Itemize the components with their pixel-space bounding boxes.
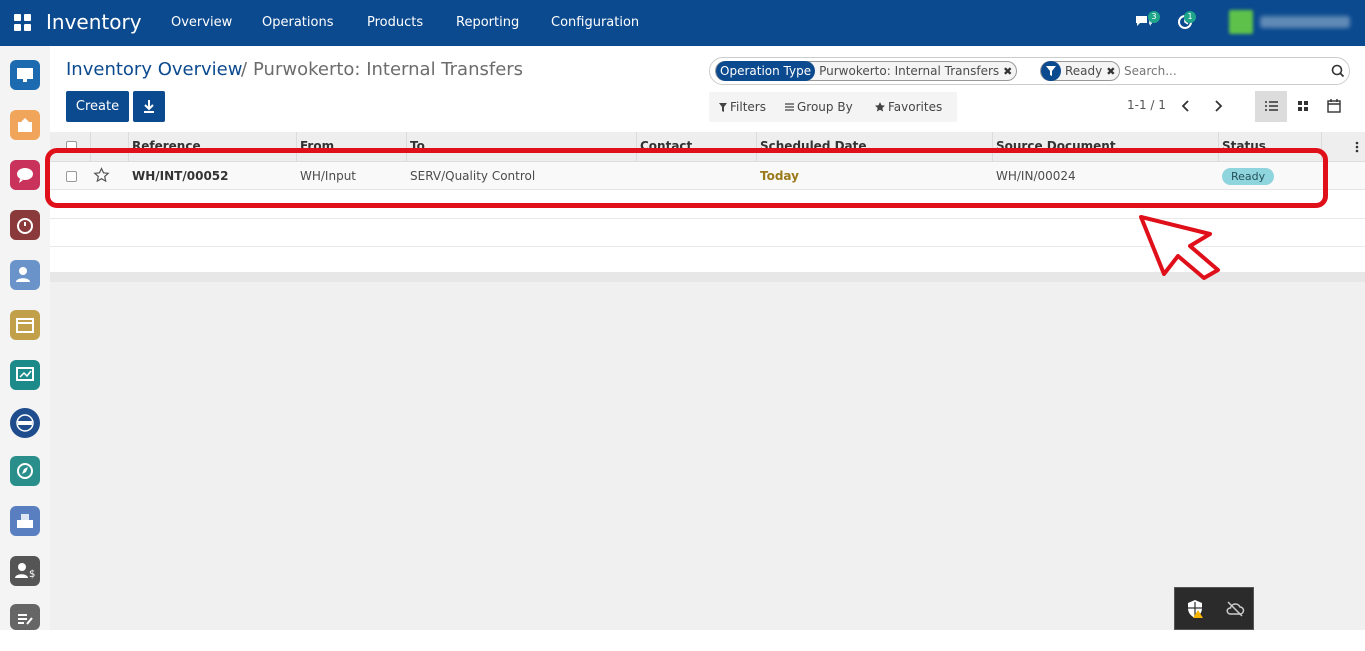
app-sidebar: $ xyxy=(0,46,50,630)
list-lines-icon xyxy=(785,103,794,111)
kanban-view-icon xyxy=(1298,101,1308,111)
filters-button[interactable]: Filters xyxy=(719,100,766,114)
optional-columns-icon[interactable] xyxy=(1355,141,1359,153)
top-navbar: Inventory Overview Operations Products R… xyxy=(0,0,1365,46)
list-view-button[interactable] xyxy=(1255,91,1287,122)
breadcrumb-separator: / xyxy=(241,59,248,80)
funnel-icon xyxy=(719,102,727,112)
presentation-icon xyxy=(16,367,34,381)
sidebar-app-3[interactable] xyxy=(10,160,40,190)
facet-value: Purwokerto: Internal Transfers xyxy=(819,64,1000,78)
chat-bubble-icon xyxy=(17,168,33,183)
favorites-button[interactable]: Favorites xyxy=(875,100,942,114)
search-bar[interactable]: Operation Type Purwokerto: Internal Tran… xyxy=(709,57,1350,85)
download-icon xyxy=(144,100,154,113)
sidebar-app-4[interactable] xyxy=(10,210,40,240)
boxes-icon xyxy=(17,514,33,528)
content-background xyxy=(50,282,1365,630)
calendar-view-icon xyxy=(1327,99,1341,113)
search-icon[interactable] xyxy=(1331,64,1345,78)
sidebar-app-1[interactable] xyxy=(10,60,40,90)
chevron-right-icon[interactable] xyxy=(1211,98,1225,114)
messages-badge: 3 xyxy=(1148,11,1160,23)
box-icon xyxy=(18,118,32,132)
app-brand[interactable]: Inventory xyxy=(46,10,142,34)
system-tray-popup xyxy=(1174,587,1254,630)
pager-value[interactable]: 1-1 / 1 xyxy=(1127,98,1166,112)
warranty-badge-icon xyxy=(16,414,34,432)
sidebar-app-11[interactable]: $ xyxy=(10,556,40,586)
search-input[interactable] xyxy=(1124,63,1314,79)
apps-menu-icon[interactable] xyxy=(14,14,32,32)
sidebar-app-8[interactable] xyxy=(10,408,40,438)
facet-remove-icon[interactable]: ✖ xyxy=(1003,65,1016,78)
search-panel-toolbar: Filters Group By Favorites xyxy=(709,92,957,122)
shield-warning-icon[interactable] xyxy=(1186,599,1206,619)
menu-operations[interactable]: Operations xyxy=(262,15,333,30)
user-dollar-icon: $ xyxy=(15,563,35,580)
group-by-label: Group By xyxy=(797,100,853,114)
user-clock-icon xyxy=(16,267,30,282)
cloud-off-icon[interactable] xyxy=(1225,599,1245,619)
bottom-strip xyxy=(0,630,1365,651)
calendar-view-button[interactable] xyxy=(1318,91,1350,122)
sidebar-app-9[interactable] xyxy=(10,456,40,486)
breadcrumb-current: Purwokerto: Internal Transfers xyxy=(253,59,524,80)
favorites-label: Favorites xyxy=(888,100,943,114)
sidebar-app-5[interactable] xyxy=(10,260,40,290)
star-icon xyxy=(875,102,885,112)
activities-badge: 1 xyxy=(1184,11,1196,23)
group-by-button[interactable]: Group By xyxy=(785,100,853,114)
menu-overview[interactable]: Overview xyxy=(171,15,232,30)
user-avatar[interactable] xyxy=(1229,10,1253,34)
breadcrumb-root[interactable]: Inventory Overview xyxy=(66,59,242,80)
create-button[interactable]: Create xyxy=(66,91,129,122)
edit-document-icon xyxy=(18,614,33,625)
facet-ready-filter[interactable]: Ready ✖ xyxy=(1040,61,1121,81)
sidebar-app-2[interactable] xyxy=(10,110,40,140)
sidebar-app-6[interactable] xyxy=(10,310,40,340)
download-button[interactable] xyxy=(133,91,165,122)
sidebar-app-10[interactable] xyxy=(10,506,40,536)
menu-configuration[interactable]: Configuration xyxy=(551,15,639,30)
menu-products[interactable]: Products xyxy=(367,15,423,30)
compass-icon xyxy=(17,463,33,479)
facet-label: Operation Type xyxy=(716,61,816,81)
svg-text:$: $ xyxy=(29,569,35,580)
facet-operation-type[interactable]: Operation Type Purwokerto: Internal Tran… xyxy=(715,61,1018,81)
sidebar-app-7[interactable] xyxy=(10,360,40,390)
chevron-left-icon[interactable] xyxy=(1179,98,1193,114)
control-panel: Inventory Overview / Purwokerto: Interna… xyxy=(50,46,1365,132)
sidebar-app-12[interactable] xyxy=(10,604,40,630)
menu-reporting[interactable]: Reporting xyxy=(456,15,519,30)
user-name-blurred[interactable] xyxy=(1260,16,1350,28)
monitor-icon xyxy=(17,68,33,82)
facet-remove-icon[interactable]: ✖ xyxy=(1106,65,1119,78)
filters-label: Filters xyxy=(730,100,766,114)
filter-funnel-icon xyxy=(1041,61,1061,81)
stopwatch-icon xyxy=(17,218,33,234)
calendar-icon xyxy=(16,318,34,333)
highlight-box xyxy=(45,148,1328,208)
pointer-arrow-icon xyxy=(1139,215,1220,280)
list-view-icon xyxy=(1265,101,1278,111)
kanban-view-button[interactable] xyxy=(1287,91,1319,122)
facet-value: Ready xyxy=(1065,64,1103,78)
